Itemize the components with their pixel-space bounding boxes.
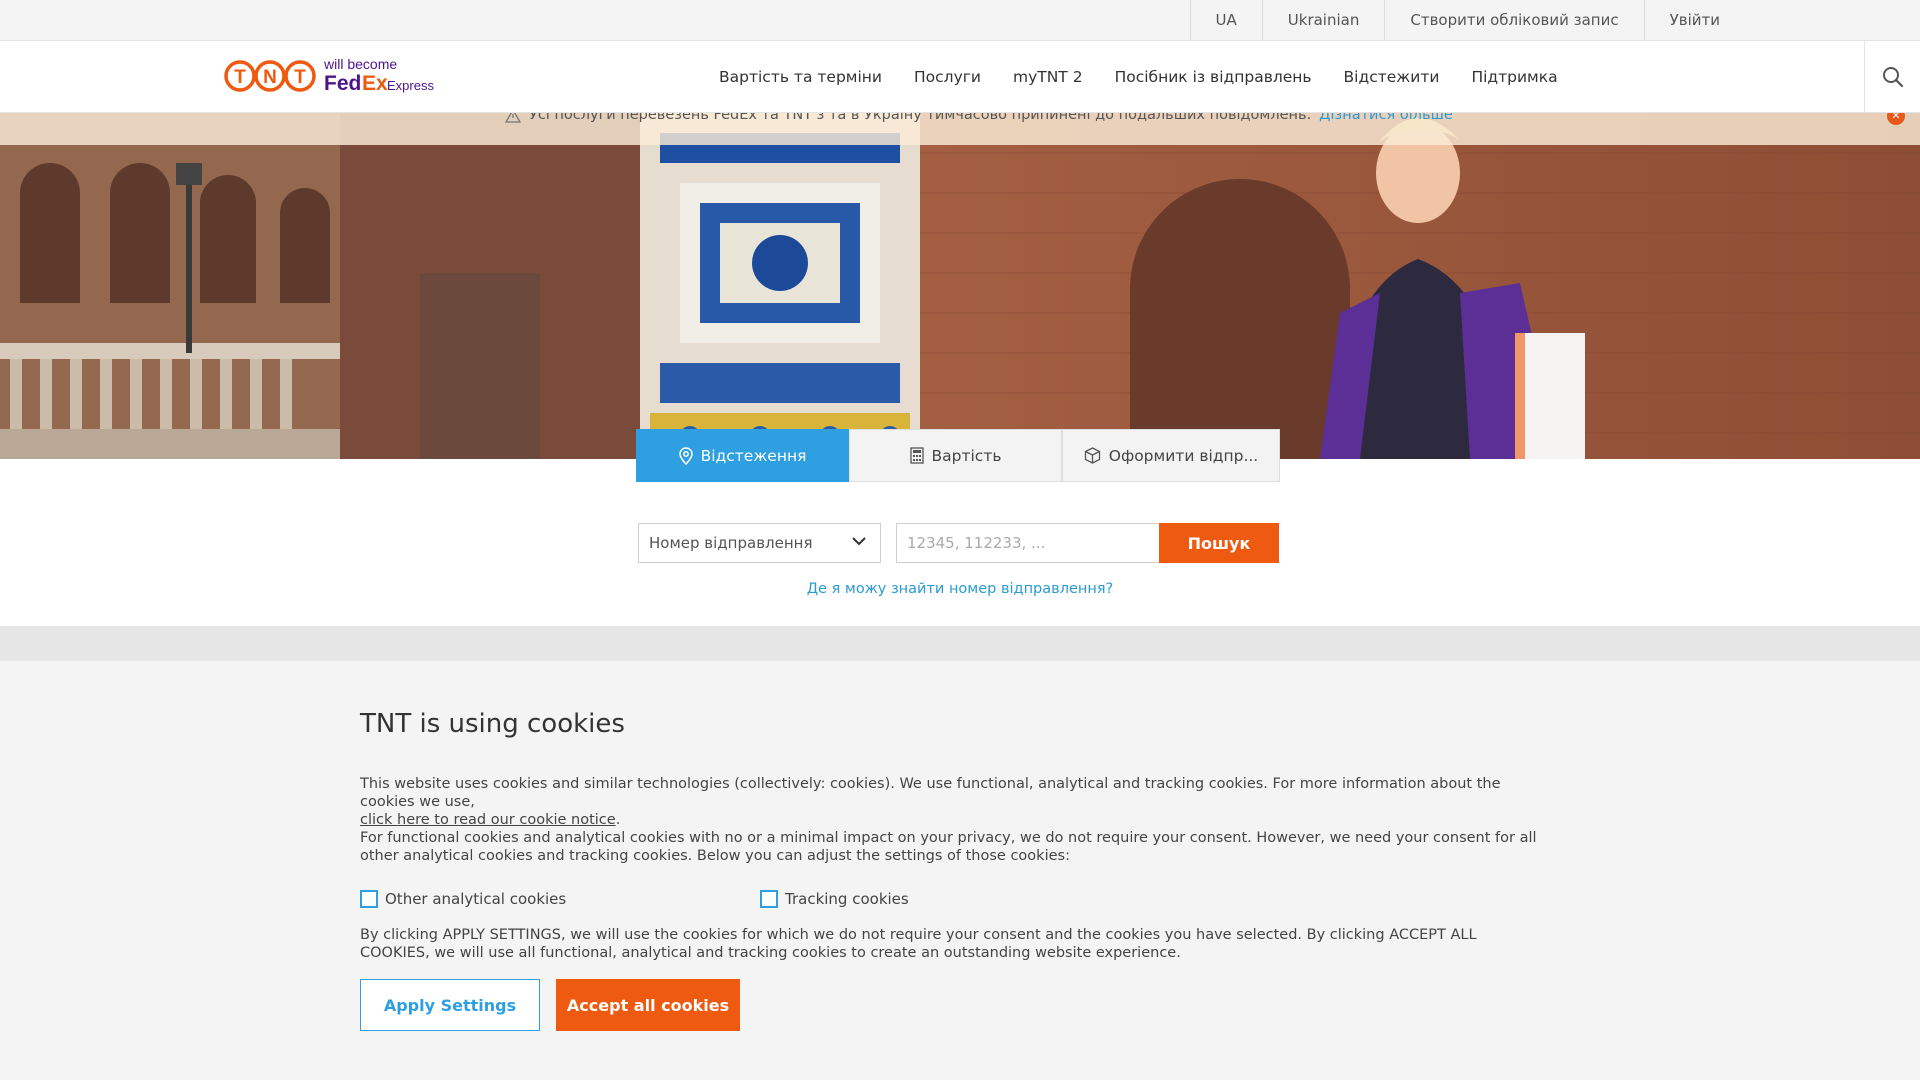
cookie-notice-link[interactable]: click here to read our cookie notice [360, 812, 616, 828]
cookie-intro-text: This website uses cookies and similar te… [360, 776, 1501, 810]
nav-services[interactable]: Послуги [898, 41, 997, 113]
tnt-fedex-logo[interactable]: T N T will become Fed Ex Express. [224, 55, 434, 95]
tab-tracking-label: Відстеження [700, 446, 807, 465]
apply-settings-button[interactable]: Apply Settings [360, 979, 540, 1031]
cookie-title: TNT is using cookies [360, 709, 625, 739]
search-icon [1882, 67, 1903, 88]
logo-tagline: will become [323, 56, 397, 72]
tracking-cookies-checkbox[interactable] [760, 890, 778, 908]
analytical-cookies-checkbox[interactable] [360, 890, 378, 908]
service-notice: Усі послуги перевезень FedEx та TNT з та… [0, 113, 1920, 145]
chevron-down-icon [852, 537, 866, 546]
login-link[interactable]: Увійти [1643, 0, 1745, 41]
logo-express: Express. [387, 78, 434, 93]
reference-type-select[interactable]: Номер відправлення [638, 523, 881, 563]
header-search-button[interactable] [1864, 41, 1920, 113]
notice-text: Усі послуги перевезень FedEx та TNT з та… [529, 113, 1312, 123]
section-divider [0, 626, 1920, 661]
top-utility-bar: UA Ukrainian Створити обліковий запис Ув… [0, 0, 1920, 41]
hero-banner: Усі послуги перевезень FedEx та TNT з та… [0, 113, 1920, 459]
tab-ship-label: Оформити відпр... [1108, 446, 1259, 465]
svg-text:T: T [294, 67, 306, 88]
nav-support[interactable]: Підтримка [1455, 41, 1573, 113]
nav-rates[interactable]: Вартість та терміни [703, 41, 898, 113]
svg-text:N: N [263, 67, 277, 88]
logo-fedex-fed: Fed [324, 72, 361, 95]
warning-icon [505, 113, 521, 123]
package-icon [1084, 447, 1100, 464]
svg-text:T: T [234, 67, 246, 88]
notice-close-icon[interactable]: ✕ [1887, 113, 1905, 125]
tracking-number-input[interactable] [896, 523, 1160, 563]
language-selector[interactable]: Ukrainian [1261, 0, 1385, 41]
tool-tabs: Відстеження Вартість Оформити відпр... [636, 429, 1280, 482]
notice-learn-more-link[interactable]: Дізнатися більше [1319, 113, 1453, 122]
reference-type-value: Номер відправлення [649, 534, 813, 552]
analytical-cookies-label: Other analytical cookies [385, 890, 567, 908]
tab-rates-label: Вартість [931, 446, 1002, 465]
main-nav: Вартість та терміни Послуги myTNT 2 Посі… [703, 41, 1574, 113]
search-button[interactable]: Пошук [1159, 523, 1279, 563]
tab-ship[interactable]: Оформити відпр... [1062, 429, 1280, 482]
accept-all-cookies-button[interactable]: Accept all cookies [556, 979, 740, 1031]
nav-track[interactable]: Відстежити [1328, 41, 1456, 113]
utility-links: UA Ukrainian Створити обліковий запис Ув… [1189, 0, 1745, 41]
cookie-intro: This website uses cookies and similar te… [360, 776, 1501, 828]
analytical-cookies-option[interactable]: Other analytical cookies [360, 890, 566, 908]
main-header: T N T will become Fed Ex Express. Вартіс… [0, 41, 1920, 113]
tracking-cookies-label: Tracking cookies [785, 890, 909, 908]
find-tracking-number-link[interactable]: Де я можу знайти номер відправлення? [0, 581, 1920, 597]
cookie-consent-text: For functional cookies and analytical co… [360, 830, 1537, 864]
hero-image [0, 113, 1920, 459]
tab-tracking[interactable]: Відстеження [636, 429, 849, 482]
calculator-icon [909, 447, 924, 464]
nav-mytnt[interactable]: myTNT 2 [997, 41, 1099, 113]
nav-shipping-guide[interactable]: Посібник із відправлень [1099, 41, 1328, 113]
logo-fedex-ex: Ex [362, 72, 388, 95]
cookie-consent-panel: TNT is using cookies This website uses c… [0, 661, 1920, 1080]
tracking-panel: Номер відправлення Пошук Де я можу знайт… [0, 459, 1920, 626]
tab-rates[interactable]: Вартість [849, 429, 1062, 482]
location-pin-icon [678, 446, 693, 465]
cookie-buttons-explanation: By clicking APPLY SETTINGS, we will use … [360, 927, 1477, 961]
country-selector[interactable]: UA [1189, 0, 1262, 41]
tracking-cookies-option[interactable]: Tracking cookies [760, 890, 909, 908]
register-link[interactable]: Створити обліковий запис [1384, 0, 1643, 41]
